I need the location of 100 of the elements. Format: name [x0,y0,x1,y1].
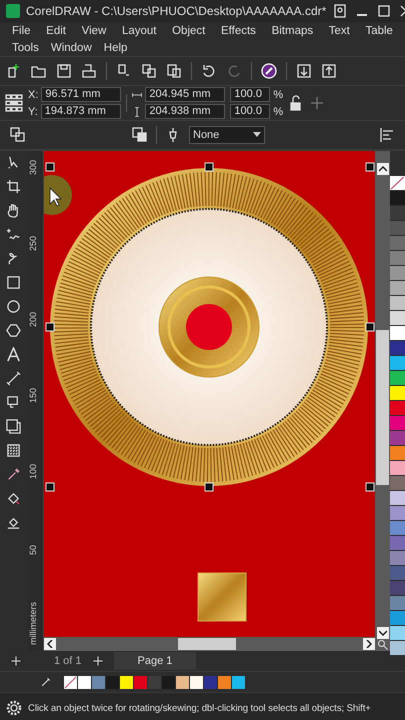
color-swatch[interactable] [390,506,405,521]
scale-x-field[interactable]: 100.0 [230,87,270,102]
fill-tool-icon[interactable] [6,491,22,506]
smart-fill-tool-icon[interactable] [6,515,22,530]
scroll-left-button[interactable] [44,638,56,650]
color-swatch[interactable] [390,416,405,431]
color-swatch[interactable] [390,191,405,206]
maximize-icon[interactable] [376,3,392,19]
selected-medallion-drawing[interactable] [46,162,375,492]
menu-item[interactable]: Object [166,24,212,36]
outline-width-dropdown[interactable]: None [189,126,265,144]
color-swatch[interactable] [390,206,405,221]
color-swatch[interactable] [390,326,405,341]
rectangle-tool-icon[interactable] [6,275,22,290]
color-swatch[interactable] [390,431,405,446]
color-swatch[interactable] [190,676,203,688]
crop-tool-icon[interactable] [6,179,22,194]
menu-item[interactable]: Window [44,42,98,54]
color-swatch[interactable] [390,401,405,416]
menu-item[interactable]: Bitmaps [266,24,320,36]
drawing-canvas[interactable] [44,151,376,637]
color-swatch[interactable] [106,676,119,688]
color-swatch[interactable] [390,641,405,656]
undo-icon[interactable] [201,63,217,79]
color-swatch[interactable] [390,581,405,596]
checker-tool-icon[interactable] [6,443,22,458]
color-swatch[interactable] [390,521,405,536]
caret-icon[interactable] [253,132,261,138]
color-swatch[interactable] [390,356,405,371]
add-page-icon[interactable] [92,655,104,667]
color-swatch[interactable] [218,676,231,688]
settings-icon[interactable] [6,700,22,716]
menu-item[interactable]: Help [98,42,134,54]
color-swatch[interactable] [390,386,405,401]
line-tool-icon[interactable] [6,371,22,386]
color-swatch[interactable] [120,676,133,688]
color-swatch[interactable] [390,371,405,386]
color-swatch[interactable] [390,596,405,611]
color-swatch[interactable] [390,476,405,491]
color-swatch[interactable] [390,491,405,506]
color-swatch[interactable] [134,676,147,688]
redo-icon[interactable] [226,63,242,79]
menu-item[interactable]: Effects [214,24,262,36]
zoom-icon[interactable] [376,639,389,651]
horizontal-scroll-thumb[interactable] [178,638,236,650]
print-icon[interactable] [81,63,97,79]
width-field[interactable]: 204.945 mm [145,87,226,102]
no-color-swatch[interactable] [64,676,77,688]
save-icon[interactable] [56,63,72,79]
color-swatch[interactable] [162,676,175,688]
new-document-icon[interactable] [6,63,22,79]
color-swatch[interactable] [390,311,405,326]
menu-item[interactable]: File [6,24,37,36]
create-boundary-icon[interactable] [132,127,148,143]
color-swatch[interactable] [92,676,105,688]
color-swatch[interactable] [390,551,405,566]
color-swatch[interactable] [390,536,405,551]
combine-icon[interactable] [10,127,26,143]
color-swatch[interactable] [204,676,217,688]
scroll-right-button[interactable] [363,638,376,650]
import-icon[interactable] [296,63,312,79]
eyedropper-icon[interactable] [40,676,52,688]
add-page-icon[interactable] [10,655,22,667]
menu-item[interactable]: Table [359,24,399,36]
paste-icon[interactable] [166,63,182,79]
reference-point-icon[interactable] [5,94,23,112]
polygon-tool-icon[interactable] [6,323,22,338]
eyedropper-tool-icon[interactable] [6,467,22,482]
align-icon[interactable] [379,127,395,143]
menu-item[interactable]: Text [322,24,356,36]
color-swatch[interactable] [390,236,405,251]
copy-icon[interactable] [141,63,157,79]
x-position-field[interactable]: 96.571 mm [41,87,122,102]
transparency-tool-icon[interactable] [6,419,22,434]
export-icon[interactable] [321,63,337,79]
color-swatch[interactable] [176,676,189,688]
color-swatch[interactable] [232,676,245,688]
scroll-up-button[interactable] [376,163,389,175]
color-swatch[interactable] [390,266,405,281]
color-swatch[interactable] [390,626,405,641]
account-icon[interactable] [332,3,348,19]
vertical-scroll-thumb[interactable] [376,330,390,485]
color-swatch[interactable] [148,676,161,688]
ellipse-tool-icon[interactable] [6,299,22,314]
text-tool-icon[interactable] [6,347,22,362]
color-swatch[interactable] [390,461,405,476]
color-swatch[interactable] [390,281,405,296]
scale-y-field[interactable]: 100.0 [230,104,270,119]
color-swatch[interactable] [390,566,405,581]
color-swatch[interactable] [390,446,405,461]
color-swatch[interactable] [78,676,91,688]
color-swatch[interactable] [390,221,405,236]
color-swatch[interactable] [390,251,405,266]
menu-item[interactable]: Edit [40,24,72,36]
color-swatch[interactable] [390,341,405,356]
add-icon[interactable] [309,95,326,111]
scroll-down-button[interactable] [376,627,389,639]
menu-item[interactable]: View [76,24,112,36]
y-position-field[interactable]: 194.873 mm [40,104,121,119]
color-swatch[interactable] [390,296,405,311]
